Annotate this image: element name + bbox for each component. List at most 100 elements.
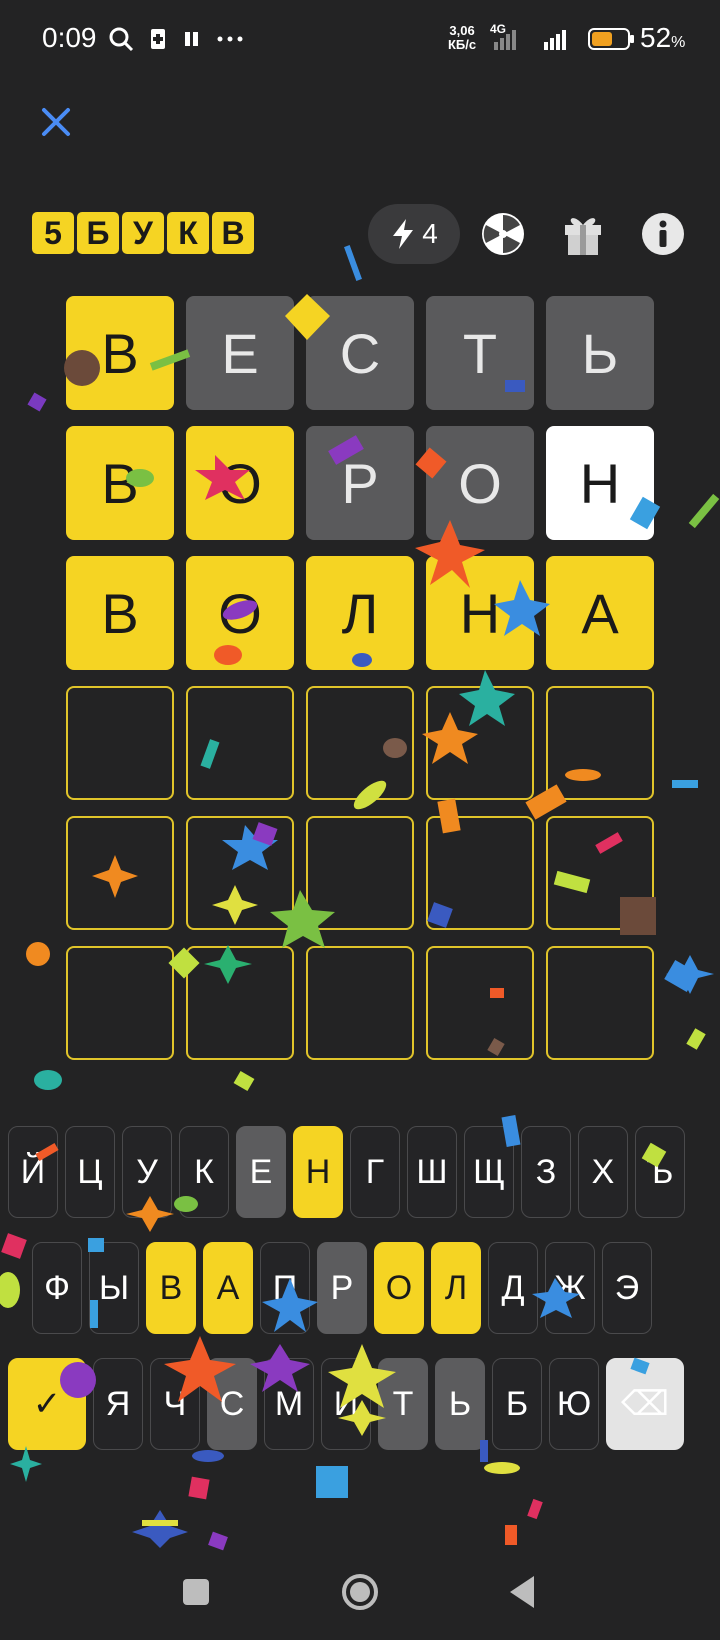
key[interactable]: Л — [431, 1242, 481, 1334]
keyboard-row: ФЫВАПРОЛДЖЭ — [32, 1242, 659, 1334]
key[interactable]: Е — [236, 1126, 286, 1218]
board-cell — [306, 816, 414, 930]
board-cell — [186, 686, 294, 800]
board-cell: Р — [306, 426, 414, 540]
system-nav-bar — [0, 1560, 720, 1640]
key[interactable]: С — [207, 1358, 257, 1450]
board-cell — [426, 816, 534, 930]
board-cell: Н — [546, 426, 654, 540]
key[interactable]: Ь — [435, 1358, 485, 1450]
key[interactable]: Ы — [89, 1242, 139, 1334]
board-cell — [186, 816, 294, 930]
backspace-key[interactable]: ⌫ — [606, 1358, 684, 1450]
net-speed: 3,06 КБ/с — [448, 23, 477, 52]
board-row: В Е С Т Ь — [66, 296, 654, 410]
logo-letter: У — [122, 212, 164, 254]
board-cell — [306, 686, 414, 800]
board-row — [66, 816, 654, 930]
back-icon[interactable] — [506, 1574, 538, 1610]
key[interactable]: И — [321, 1358, 371, 1450]
key[interactable]: Ф — [32, 1242, 82, 1334]
energy-counter[interactable]: 4 — [368, 204, 460, 264]
board-cell — [306, 946, 414, 1060]
board-cell: Н — [426, 556, 534, 670]
key[interactable]: Д — [488, 1242, 538, 1334]
key[interactable]: П — [260, 1242, 310, 1334]
board-cell — [66, 946, 174, 1060]
board-cell: О — [426, 426, 534, 540]
key[interactable]: Ю — [549, 1358, 599, 1450]
board-row: В О Л Н А — [66, 556, 654, 670]
app-logo: 5 Б У К В — [32, 212, 254, 254]
board-cell — [546, 686, 654, 800]
logo-letter: Б — [77, 212, 119, 254]
battery-icon — [588, 28, 634, 50]
sim-icon — [151, 29, 165, 49]
board-cell: О — [186, 426, 294, 540]
key[interactable]: Х — [578, 1126, 628, 1218]
key[interactable]: Ъ — [635, 1126, 685, 1218]
info-icon[interactable] — [640, 211, 686, 257]
logo-letter: В — [212, 212, 254, 254]
key[interactable]: Ц — [65, 1126, 115, 1218]
status-time: 0:09 — [42, 22, 97, 53]
search-icon — [109, 27, 134, 52]
board-row — [66, 686, 654, 800]
board-cell — [546, 946, 654, 1060]
key[interactable]: Я — [93, 1358, 143, 1450]
keyboard-row: ✓ Я Ч С М И Т Ь Б Ю ⌫ — [8, 1358, 691, 1450]
stop-icon[interactable] — [182, 1578, 210, 1606]
key[interactable]: З — [521, 1126, 571, 1218]
key[interactable]: Р — [317, 1242, 367, 1334]
board-cell — [426, 946, 534, 1060]
key[interactable]: Ж — [545, 1242, 595, 1334]
key[interactable]: Т — [378, 1358, 428, 1450]
pause-icon — [185, 32, 198, 46]
key[interactable]: Щ — [464, 1126, 514, 1218]
gift-icon[interactable] — [560, 211, 606, 257]
key[interactable]: М — [264, 1358, 314, 1450]
wheel-icon[interactable] — [480, 211, 526, 257]
home-icon[interactable] — [340, 1572, 380, 1612]
board-cell: В — [66, 296, 174, 410]
logo-letter: 5 — [32, 212, 74, 254]
key[interactable]: Г — [350, 1126, 400, 1218]
board-cell: А — [546, 556, 654, 670]
close-icon[interactable] — [38, 104, 74, 140]
board-cell — [186, 946, 294, 1060]
board-cell — [426, 686, 534, 800]
board-row: В О Р О Н — [66, 426, 654, 540]
key[interactable]: Й — [8, 1126, 58, 1218]
key[interactable]: Б — [492, 1358, 542, 1450]
key[interactable]: Ч — [150, 1358, 200, 1450]
battery-percent: 52% — [640, 22, 686, 53]
keyboard-row: ЙЦУКЕНГШЩЗХЪ — [8, 1126, 692, 1218]
key[interactable]: Э — [602, 1242, 652, 1334]
game-board: В Е С Т Ь В О Р О Н В О Л Н А — [66, 296, 654, 1076]
board-cell — [66, 816, 174, 930]
board-cell: Т — [426, 296, 534, 410]
key[interactable]: О — [374, 1242, 424, 1334]
board-cell: В — [66, 426, 174, 540]
board-cell: В — [66, 556, 174, 670]
logo-letter: К — [167, 212, 209, 254]
board-cell: О — [186, 556, 294, 670]
key[interactable]: Ш — [407, 1126, 457, 1218]
key[interactable]: В — [146, 1242, 196, 1334]
submit-key[interactable]: ✓ — [8, 1358, 86, 1450]
key[interactable]: А — [203, 1242, 253, 1334]
energy-count: 4 — [422, 218, 438, 249]
status-bar: 0:09 3,06 КБ/с 4G 52% — [0, 0, 720, 80]
board-cell: Ь — [546, 296, 654, 410]
board-cell — [546, 816, 654, 930]
board-cell: Л — [306, 556, 414, 670]
key[interactable]: У — [122, 1126, 172, 1218]
signal-icon — [494, 30, 566, 50]
key[interactable]: К — [179, 1126, 229, 1218]
more-icon — [217, 36, 243, 42]
lightning-icon — [393, 219, 414, 249]
board-cell — [66, 686, 174, 800]
board-cell: Е — [186, 296, 294, 410]
board-cell: С — [306, 296, 414, 410]
key[interactable]: Н — [293, 1126, 343, 1218]
